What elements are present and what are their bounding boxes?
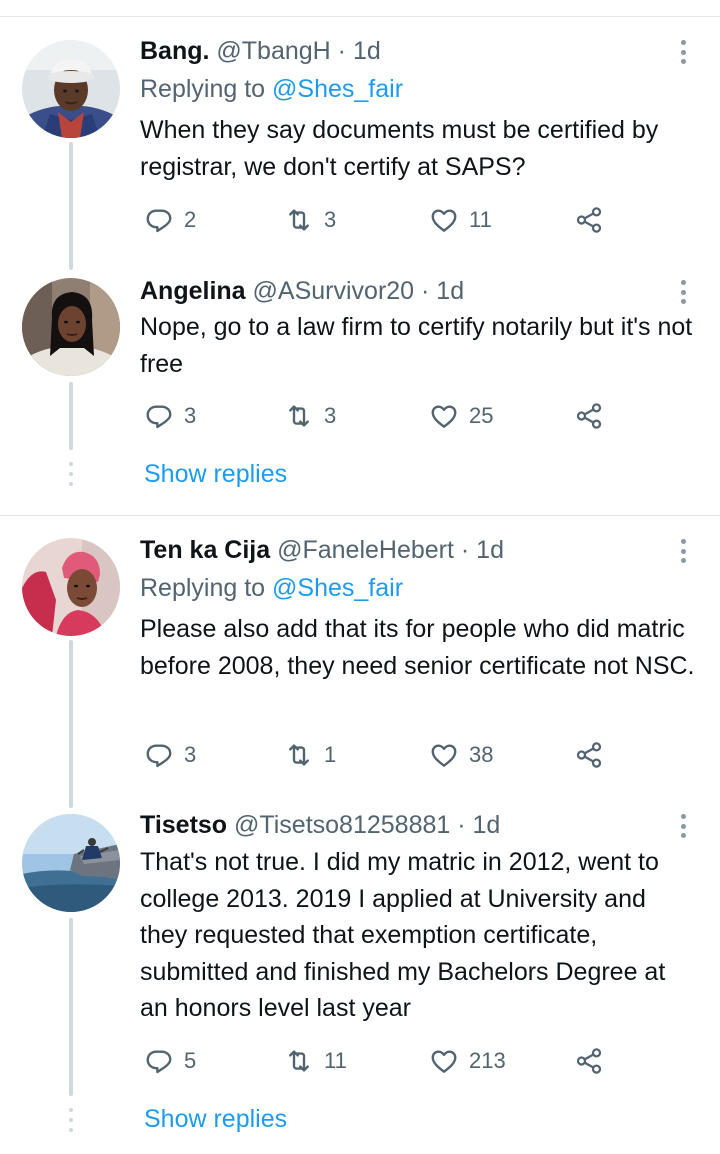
replying-to: Replying to @Shes_fair [140, 573, 403, 603]
author-name[interactable]: Ten ka Cija [140, 536, 270, 564]
heart-icon [431, 1050, 457, 1073]
author-handle-time: @Tisetso81258881 · 1d [234, 811, 501, 839]
like-button[interactable]: 38 [429, 739, 493, 771]
replying-to-label: Replying to [140, 574, 273, 602]
tweet-text: When they say documents must be certifie… [140, 116, 659, 181]
tweet-actions: 5 11 213 [140, 1045, 620, 1077]
tweet-actions: 3 3 25 [140, 400, 620, 432]
tweet-header: Tisetso @Tisetso81258881 · 1d [140, 810, 500, 840]
reply-button[interactable]: 3 [144, 400, 196, 432]
replying-to-handle[interactable]: @Shes_fair [272, 75, 403, 103]
replying-to: Replying to @Shes_fair [140, 74, 403, 104]
replying-to-label: Replying to [140, 75, 273, 103]
retweet-count: 1 [324, 742, 337, 767]
retweet-count: 3 [324, 207, 337, 232]
author-name[interactable]: Tisetso [140, 811, 227, 839]
tweet-actions: 2 3 11 [140, 204, 620, 236]
thread-gap-dots [67, 1108, 75, 1132]
share-icon [576, 1048, 602, 1074]
heart-icon [431, 209, 457, 232]
share-icon [576, 742, 602, 768]
heart-icon [431, 744, 457, 767]
share-button[interactable] [574, 204, 604, 236]
avatar[interactable] [22, 814, 120, 912]
retweet-button[interactable]: 11 [284, 1045, 347, 1077]
like-button[interactable]: 213 [429, 1045, 506, 1077]
tweet-header: Ten ka Cija @FaneleHebert · 1d [140, 535, 504, 565]
reply-icon [146, 744, 172, 768]
heart-icon [431, 405, 457, 428]
share-button[interactable] [574, 400, 604, 432]
like-button[interactable]: 11 [429, 204, 492, 236]
reply-button[interactable]: 3 [144, 739, 196, 771]
tweet-header: Bang. @TbangH · 1d [140, 36, 381, 66]
share-icon [576, 403, 602, 429]
retweet-icon [289, 405, 309, 427]
author-handle-time: @ASurvivor20 · 1d [252, 277, 465, 305]
reply-count: 2 [184, 207, 197, 232]
author-name[interactable]: Bang. [140, 37, 209, 65]
replying-to-handle[interactable]: @Shes_fair [272, 574, 403, 602]
thread-line [69, 918, 73, 1096]
reply-icon [146, 209, 172, 233]
reply-count: 3 [184, 742, 197, 767]
retweet-button[interactable]: 3 [284, 400, 336, 432]
retweet-button[interactable]: 3 [284, 204, 336, 236]
author-handle-time: @TbangH · 1d [216, 37, 381, 65]
retweet-count: 3 [324, 403, 337, 428]
reply-button[interactable]: 2 [144, 204, 196, 236]
show-replies-link[interactable]: Show replies [144, 1104, 287, 1134]
thread-line [69, 142, 73, 270]
reply-button[interactable]: 5 [144, 1045, 196, 1077]
thread-divider [0, 515, 720, 516]
reply-icon [146, 1050, 172, 1074]
tweet-text: That's not true. I did my matric in 2012… [140, 848, 666, 1022]
retweet-icon [289, 209, 309, 231]
retweet-count: 11 [324, 1048, 347, 1073]
more-icon[interactable] [674, 812, 692, 840]
more-icon[interactable] [674, 38, 692, 66]
author-handle-time: @FaneleHebert · 1d [277, 536, 504, 564]
like-count: 213 [469, 1048, 506, 1073]
top-divider [0, 16, 720, 17]
avatar[interactable] [22, 278, 120, 376]
thread-gap-dots [67, 462, 75, 486]
like-count: 25 [469, 403, 494, 428]
reply-count: 5 [184, 1048, 197, 1073]
author-name[interactable]: Angelina [140, 277, 246, 305]
share-button[interactable] [574, 739, 604, 771]
like-count: 38 [469, 742, 494, 767]
tweet-text: Nope, go to a law firm to certify notari… [140, 313, 693, 378]
avatar[interactable] [22, 40, 120, 138]
like-button[interactable]: 25 [429, 400, 493, 432]
show-replies-link[interactable]: Show replies [144, 459, 287, 489]
tweet-text: Please also add that its for people who … [140, 615, 695, 680]
reply-icon [146, 405, 172, 429]
retweet-button[interactable]: 1 [284, 739, 336, 771]
retweet-icon [289, 744, 309, 766]
tweet-header: Angelina @ASurvivor20 · 1d [140, 276, 464, 306]
thread-line [69, 640, 73, 808]
more-icon[interactable] [674, 537, 692, 565]
reply-count: 3 [184, 403, 197, 428]
like-count: 11 [469, 207, 492, 232]
retweet-icon [289, 1050, 309, 1072]
thread-line [69, 382, 73, 450]
share-icon [576, 207, 602, 233]
avatar[interactable] [22, 538, 120, 636]
more-icon[interactable] [674, 278, 692, 306]
tweet-actions: 3 1 38 [140, 739, 620, 771]
share-button[interactable] [574, 1045, 604, 1077]
